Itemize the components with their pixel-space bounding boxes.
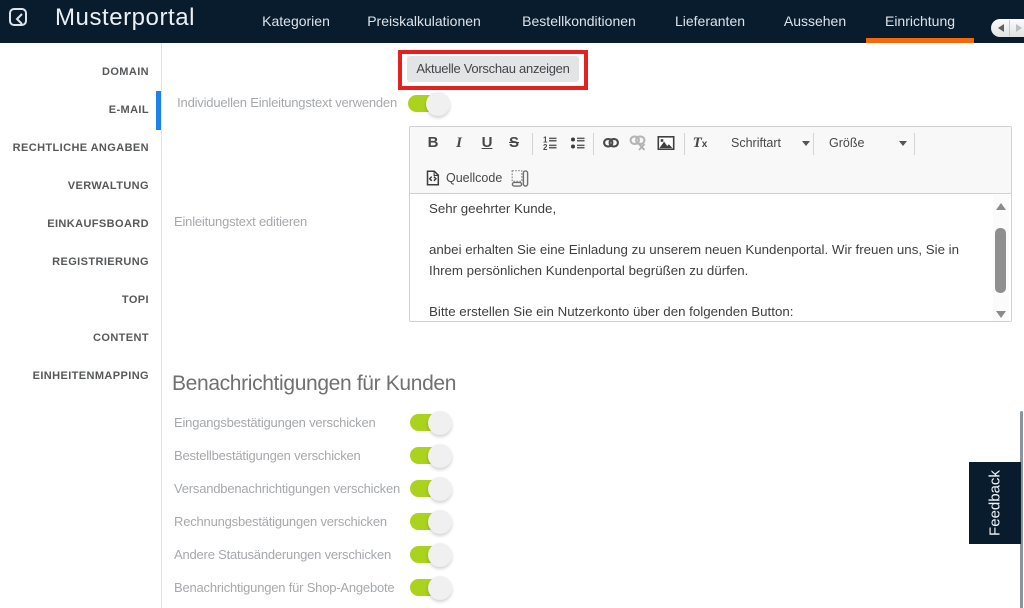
svg-text:2: 2	[543, 143, 548, 151]
